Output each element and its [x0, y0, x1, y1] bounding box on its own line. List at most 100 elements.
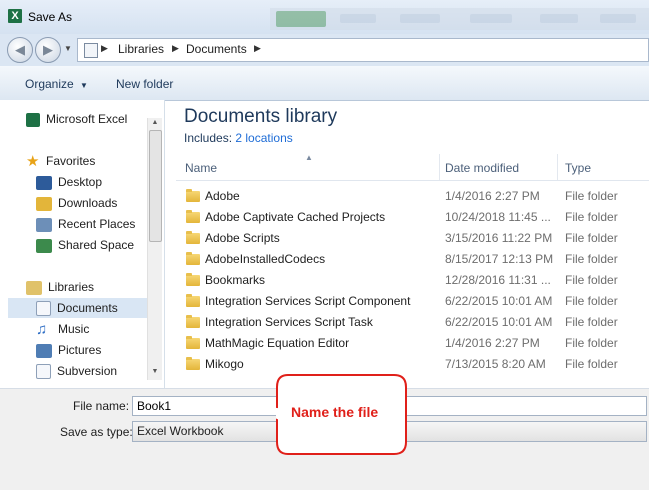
background-blur	[540, 14, 578, 23]
nav-header-label: Libraries	[48, 280, 95, 294]
file-name: MathMagic Equation Editor	[205, 336, 350, 350]
breadcrumb-libraries[interactable]: Libraries	[118, 42, 164, 56]
shared-space-icon	[36, 238, 52, 253]
file-row[interactable]: Bookmarks 12/28/2016 11:31 ... File fold…	[176, 270, 649, 291]
file-date: 3/15/2016 11:22 PM	[445, 231, 553, 245]
chevron-right-icon[interactable]: ▶	[172, 43, 179, 54]
file-name: Adobe Scripts	[205, 231, 280, 245]
column-header-name[interactable]: Name	[185, 161, 217, 175]
nav-item-documents[interactable]: Documents	[36, 298, 118, 318]
arrow-left-icon: ◀	[15, 42, 25, 57]
nav-item-pictures[interactable]: Pictures	[36, 340, 101, 360]
folder-icon	[186, 336, 200, 349]
star-icon: ★	[26, 152, 40, 170]
column-divider[interactable]	[439, 154, 440, 180]
nav-header-libraries[interactable]: Libraries	[26, 277, 94, 297]
nav-item-downloads[interactable]: Downloads	[36, 193, 117, 213]
nav-item-music[interactable]: ♫ Music	[36, 319, 89, 339]
save-as-type-label: Save as type:	[60, 425, 133, 439]
breadcrumb-documents[interactable]: Documents	[186, 42, 247, 56]
background-blur	[600, 14, 636, 23]
file-date: 10/24/2018 11:45 ...	[445, 210, 551, 224]
organize-button[interactable]: Organize ▼	[25, 77, 88, 91]
file-type: File folder	[565, 294, 618, 308]
file-row[interactable]: AdobeInstalledCodecs 8/15/2017 12:13 PM …	[176, 249, 649, 270]
background-blur	[470, 14, 512, 23]
file-row[interactable]: Mikogo 7/13/2015 8:20 AM File folder	[176, 354, 649, 375]
file-row[interactable]: Adobe Scripts 3/15/2016 11:22 PM File fo…	[176, 228, 649, 249]
scroll-thumb[interactable]	[149, 130, 162, 242]
background-blur	[340, 14, 376, 23]
includes-label: Includes:	[184, 131, 233, 145]
library-title: Documents library	[184, 106, 338, 127]
chevron-right-icon[interactable]: ▶	[254, 43, 261, 54]
nav-item-label: Shared Space	[58, 238, 135, 252]
title-bar: X Save As	[0, 0, 649, 34]
window-title: Save As	[28, 10, 73, 24]
subversion-icon	[36, 364, 51, 380]
scroll-up-icon[interactable]: ▲	[148, 119, 162, 126]
file-type: File folder	[565, 273, 618, 287]
file-date: 1/4/2016 2:27 PM	[445, 189, 540, 203]
file-row[interactable]: Adobe Captivate Cached Projects 10/24/20…	[176, 207, 649, 228]
scroll-down-icon[interactable]: ▼	[148, 368, 162, 375]
nav-header-label: Favorites	[46, 154, 96, 168]
nav-item-label: Recent Places	[58, 217, 136, 231]
background-green-button	[276, 11, 326, 27]
folder-icon	[186, 315, 200, 328]
nav-scrollbar[interactable]: ▲ ▼	[147, 118, 162, 380]
nav-item-label: Pictures	[58, 343, 102, 357]
folder-icon	[186, 357, 200, 370]
nav-item-label: Microsoft Excel	[46, 112, 128, 126]
nav-header-favorites[interactable]: ★ Favorites	[26, 151, 95, 171]
back-button[interactable]: ◀	[7, 37, 33, 63]
locations-link[interactable]: 2 locations	[235, 131, 292, 145]
file-type: File folder	[565, 231, 618, 245]
address-bar[interactable]: ▶ Libraries ▶ Documents ▶	[77, 38, 649, 62]
callout-text: Name the file	[291, 404, 379, 420]
recent-places-icon	[36, 217, 52, 232]
folder-icon	[186, 252, 200, 265]
column-header-date-modified[interactable]: Date modified	[445, 161, 519, 175]
history-dropdown-icon[interactable]: ▼	[64, 44, 72, 53]
excel-icon	[26, 112, 40, 127]
chevron-right-icon[interactable]: ▶	[101, 43, 108, 54]
file-row[interactable]: Integration Services Script Task 6/22/20…	[176, 312, 649, 333]
nav-item-shared-space[interactable]: Shared Space	[36, 235, 134, 255]
file-name-label: File name:	[73, 399, 130, 413]
nav-item-desktop[interactable]: Desktop	[36, 172, 102, 192]
file-name: Integration Services Script Task	[205, 315, 373, 329]
column-divider[interactable]	[557, 154, 558, 180]
file-date: 6/22/2015 10:01 AM	[445, 315, 553, 329]
folder-icon	[186, 189, 200, 202]
forward-button[interactable]: ▶	[35, 37, 61, 63]
file-row[interactable]: MathMagic Equation Editor 1/4/2016 2:27 …	[176, 333, 649, 354]
file-row[interactable]: Integration Services Script Component 6/…	[176, 291, 649, 312]
file-type: File folder	[565, 336, 618, 350]
file-name: Adobe Captivate Cached Projects	[205, 210, 386, 224]
column-header-type[interactable]: Type	[565, 161, 591, 175]
folder-icon	[186, 273, 200, 286]
nav-item-label: Music	[58, 322, 90, 336]
file-type: File folder	[565, 189, 618, 203]
nav-item-microsoft-excel[interactable]: Microsoft Excel	[26, 109, 127, 129]
nav-item-label: Documents	[57, 301, 118, 315]
nav-item-recent-places[interactable]: Recent Places	[36, 214, 135, 234]
file-name: AdobeInstalledCodecs	[205, 252, 326, 266]
arrow-right-icon: ▶	[43, 42, 53, 57]
column-headers: Name ▲ Date modified Type	[176, 153, 649, 181]
address-row: ◀ ▶ ▼ ▶ Libraries ▶ Documents ▶	[0, 34, 649, 66]
file-date: 7/13/2015 8:20 AM	[445, 357, 546, 371]
sort-ascending-icon: ▲	[305, 153, 313, 162]
nav-item-label: Downloads	[58, 196, 118, 210]
background-blur	[400, 14, 440, 23]
nav-item-label: Desktop	[58, 175, 103, 189]
file-date: 1/4/2016 2:27 PM	[445, 336, 540, 350]
new-folder-button[interactable]: New folder	[116, 77, 173, 91]
nav-item-subversion[interactable]: Subversion	[36, 361, 117, 381]
file-row[interactable]: Adobe 1/4/2016 2:27 PM File folder	[176, 186, 649, 207]
nav-item-label: Subversion	[57, 364, 118, 378]
libraries-icon	[26, 280, 42, 295]
file-date: 12/28/2016 11:31 ...	[445, 273, 551, 287]
music-icon: ♫	[36, 320, 48, 338]
